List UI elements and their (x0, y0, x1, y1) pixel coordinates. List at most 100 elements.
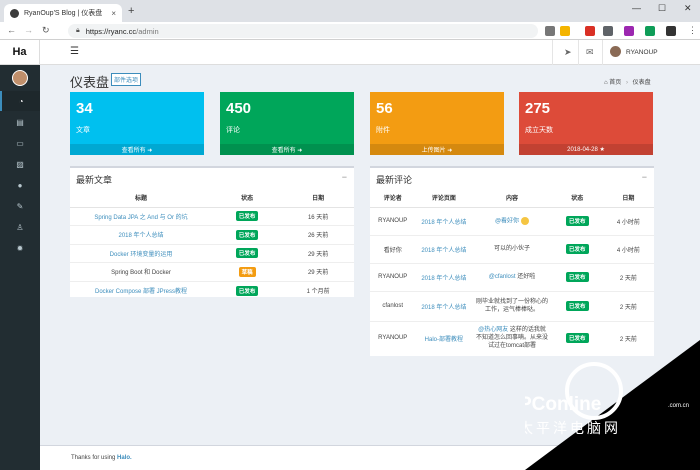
mention-link[interactable]: @cfanlost (489, 274, 516, 280)
browser-menu-icon[interactable]: ⋮ (688, 25, 697, 36)
forward-button[interactable]: → (24, 25, 33, 35)
comment-page-link[interactable]: 2018 年个人总结 (421, 248, 466, 254)
extension-purple-icon[interactable] (624, 26, 634, 36)
sidebar-item-settings[interactable]: ✹ (0, 238, 40, 258)
post-date: 26 天前 (282, 225, 354, 244)
stat-card: 56 附件 上传图片 ➜ (370, 92, 504, 155)
maximize-button[interactable]: ☐ (658, 3, 666, 14)
desktop-icon: ▭ (16, 138, 24, 148)
stat-value: 275 (525, 100, 551, 117)
url-bar[interactable]: 🔒︎ https://ryanc.cc/admin (68, 24, 538, 38)
stat-value: 34 (76, 100, 93, 117)
sidebar-item-dashboard[interactable]: ◔ (0, 91, 40, 111)
status-badge: 已发布 (235, 248, 259, 259)
comment-author: RYANOUP (370, 262, 416, 291)
widget-options-button[interactable]: 部件选项 (111, 73, 142, 86)
table-row: 2018 年个人总结 已发布 26 天前 (70, 225, 354, 244)
sidebar-item-themes[interactable]: ✎ (0, 196, 40, 216)
column-header: 评论者 (370, 189, 416, 208)
stat-footer-link[interactable]: 查看所有 ➜ (70, 144, 204, 155)
star-icon[interactable] (560, 26, 570, 36)
comment-page-link[interactable]: 2018 年个人总结 (421, 276, 466, 282)
sidebar-item-comments[interactable]: ● (0, 175, 40, 195)
post-title-link[interactable]: 2018 年个人总结 (118, 233, 163, 239)
status-badge: 已发布 (566, 272, 589, 282)
extension-red-icon[interactable] (585, 26, 595, 36)
comment-author: RYANOUP (370, 206, 416, 235)
table-row: 看好你 2018 年个人总结 可以的小伙子 已发布 4 小时前 (370, 234, 654, 263)
post-title[interactable]: Spring Boot 和 Docker (111, 270, 171, 276)
user-name[interactable]: RYANOUP (626, 49, 658, 56)
latest-comments-table: 评论者 评论页面 内容 状态 日期 RYANOUP 2018 年个人总结 @看好你 已发布 4 … (370, 189, 654, 355)
key-icon[interactable] (545, 26, 555, 36)
minimize-button[interactable]: — (632, 3, 641, 13)
stat-footer-link[interactable]: 查看所有 ➜ (220, 144, 354, 155)
lock-icon: 🔒︎ (76, 27, 80, 34)
table-row: cfanlost 2018 年个人总结 刚毕业就找到了一份称心的工作，运气棒棒哒。 已… (370, 290, 654, 321)
mention-link[interactable]: @热心网友 (478, 327, 508, 333)
latest-comments-collapse-button[interactable]: − (642, 172, 647, 182)
tab-close-icon[interactable]: × (111, 9, 116, 18)
reload-button[interactable]: ↻ (42, 25, 50, 36)
latest-posts-title: 最新文章 (76, 175, 113, 185)
back-button[interactable]: ← (7, 25, 16, 35)
smiley-icon (521, 216, 530, 225)
brush-icon: ✎ (16, 201, 24, 211)
comment-page-link[interactable]: Halo-部署教程 (425, 337, 463, 343)
status-badge: 草稿 (238, 266, 256, 277)
profile-icon[interactable] (666, 26, 676, 36)
footer-halo-link[interactable]: Halo. (117, 455, 132, 461)
mail-icon[interactable]: ✉ (586, 47, 594, 58)
comment-date: 4 小时前 (602, 206, 654, 235)
column-header: 内容 (472, 189, 552, 208)
extension-gray-icon[interactable] (603, 26, 613, 36)
book-icon: ▤ (16, 117, 24, 127)
stat-footer-link[interactable]: 上传图片 ➜ (370, 144, 504, 155)
post-title-link[interactable]: Docker Compose 部署 JPress教程 (95, 289, 187, 295)
header-divider (552, 40, 553, 65)
sidebar-item-posts[interactable]: ▤ (0, 112, 40, 132)
stat-label: 评论 (226, 127, 240, 134)
navigation-arrow-icon[interactable]: ➤ (564, 47, 572, 58)
post-title-link[interactable]: Docker 环境变量的运用 (110, 252, 173, 258)
url-path: /admin (136, 26, 159, 36)
post-date: 29 天前 (282, 243, 354, 263)
status-badge: 已发布 (235, 229, 259, 240)
comment-page-link[interactable]: 2018 年个人总结 (421, 220, 466, 226)
close-window-button[interactable]: ✕ (684, 3, 692, 14)
post-date: 16 天前 (282, 206, 354, 226)
mention-link[interactable]: @看好你 (495, 218, 519, 224)
comment-date: 2 天前 (602, 262, 654, 291)
sidebar-item-pages[interactable]: ▭ (0, 133, 40, 153)
user-avatar[interactable] (610, 46, 621, 57)
status-badge: 已发布 (235, 285, 259, 296)
tab-title: RyanOup'S Blog | 仪表盘 (24, 10, 103, 17)
breadcrumb-home[interactable]: 首页 (609, 80, 621, 86)
comment-page-link[interactable]: 2018 年个人总结 (421, 305, 466, 311)
sidebar-avatar[interactable] (12, 70, 28, 86)
post-title-link[interactable]: Spring Data JPA 之 And 与 Or 的坑 (94, 215, 187, 221)
table-row: Docker Compose 部署 JPress教程 已发布 1 个月前 (70, 280, 354, 300)
column-header: 状态 (551, 189, 603, 208)
table-row: RYANOUP 2018 年个人总结 @cfanlost 还好啦 已发布 2 天前 (370, 262, 654, 291)
sidebar-item-attachments[interactable]: ▨ (0, 154, 40, 174)
sidebar-toggle-icon[interactable]: ☰ (70, 46, 79, 57)
new-tab-button[interactable]: + (128, 5, 134, 17)
user-icon: ♙ (16, 222, 24, 232)
stat-value: 450 (226, 100, 252, 117)
browser-tab-strip: RyanOup'S Blog | 仪表盘 × + — ☐ ✕ (0, 0, 700, 22)
extension-green-icon[interactable] (645, 26, 655, 36)
comment-content: 可以的小伙子 (493, 245, 530, 252)
stat-footer-link[interactable]: 2018-04-28 ★ (519, 144, 653, 155)
latest-posts-table: 标题 状态 日期 Spring Data JPA 之 And 与 Or 的坑 已发布 1… (70, 189, 354, 300)
comment-content: 刚毕业就找到了一份称心的工作，运气棒棒哒。 (475, 298, 548, 313)
app-logo[interactable]: Ha (0, 40, 40, 65)
column-header: 日期 (602, 189, 654, 208)
browser-tab[interactable]: RyanOup'S Blog | 仪表盘 × (4, 4, 122, 22)
latest-posts-collapse-button[interactable]: − (342, 172, 347, 182)
watermark-cn: 太平洋电脑网 (525, 420, 621, 436)
sidebar: ◔ ▤ ▭ ▨ ● ✎ ♙ ✹ (0, 65, 40, 470)
footer-text: Thanks for using Halo. (71, 455, 132, 461)
sidebar-item-users[interactable]: ♙ (0, 217, 40, 237)
column-header: 日期 (282, 189, 354, 208)
